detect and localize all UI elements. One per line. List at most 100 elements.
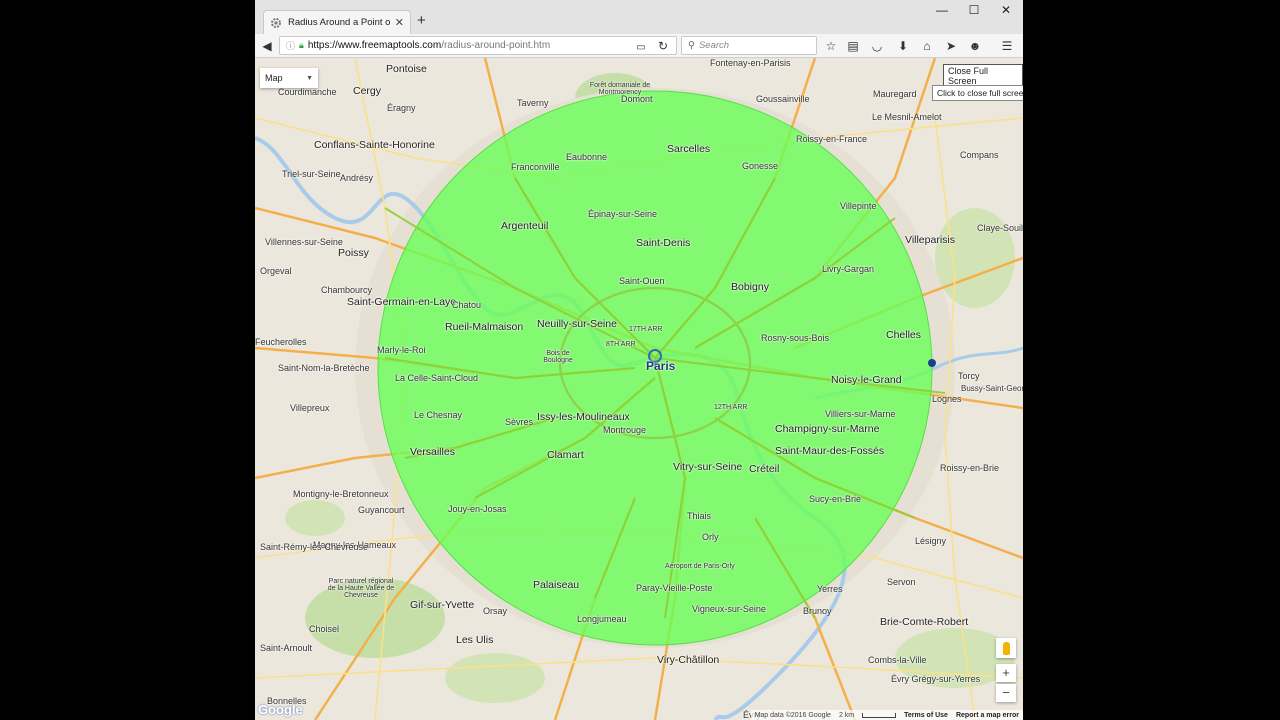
pocket-icon[interactable]: ◡ <box>869 38 885 54</box>
zoom-out-button[interactable]: − <box>996 684 1016 702</box>
place-label: Lognes <box>932 394 962 404</box>
place-label: Livry-Gargan <box>822 264 875 274</box>
place-label: Pontoise <box>386 63 427 75</box>
place-label: Rueil-Malmaison <box>445 321 524 333</box>
home-icon[interactable]: ⌂ <box>919 38 935 54</box>
place-label: Cergy <box>353 85 382 97</box>
reader-icon[interactable]: ▭ <box>633 39 649 55</box>
place-label: Éragny <box>387 103 416 113</box>
place-label: Thiais <box>687 511 712 521</box>
place-label: Vigneux-sur-Seine <box>692 604 766 614</box>
google-logo[interactable]: Google <box>258 702 303 717</box>
navigation-bar: ◀ ⓘ 🔒︎ https://www.freemaptools.com/radi… <box>255 34 1023 58</box>
maximize-icon[interactable]: ☐ <box>959 3 989 17</box>
place-label: Gonesse <box>742 161 779 171</box>
place-label: Évry Grégy-sur-Yerres <box>891 674 981 684</box>
place-label: Paray-Vieille-Poste <box>636 583 713 593</box>
scale-label[interactable]: 2 km <box>839 712 854 719</box>
place-label: Orgeval <box>260 266 292 276</box>
place-label: Le Mesnil-Amelot <box>872 112 942 122</box>
map-type-select[interactable]: Map ▼ <box>260 68 318 88</box>
place-label: Villepinte <box>840 201 877 211</box>
close-icon[interactable]: ✕ <box>991 3 1021 17</box>
map-canvas[interactable]: Pontoise Cergy Courdimanche Éragny Taver… <box>255 58 1023 720</box>
close-tab-icon[interactable]: ✕ <box>395 16 404 29</box>
place-label: Conflans-Sainte-Honorine <box>314 139 435 151</box>
url-path: /radius-around-point.htm <box>441 40 551 51</box>
place-label: Versailles <box>410 446 455 458</box>
place-label: Choisel <box>309 624 340 634</box>
place-label: Aéroport de Paris-Orly <box>665 563 735 570</box>
new-tab-button[interactable]: + <box>417 12 426 29</box>
url-bar[interactable]: ⓘ 🔒︎ https://www.freemaptools.com/radius… <box>279 36 677 55</box>
gear-favicon-icon <box>271 17 281 28</box>
place-label: Noisy-le-Grand <box>831 374 902 386</box>
place-label: Longjumeau <box>577 614 627 624</box>
place-label: Guyancourt <box>358 505 405 515</box>
place-label: Compans <box>960 150 999 160</box>
place-label: 12TH ARR <box>714 404 748 411</box>
send-icon[interactable]: ➤ <box>943 38 959 54</box>
search-placeholder: Search <box>698 40 730 51</box>
search-icon: ⚲ <box>688 40 695 51</box>
place-label: Sèvres <box>505 417 534 427</box>
map-type-label: Map <box>265 73 283 83</box>
minimize-icon[interactable]: — <box>927 3 957 17</box>
place-label: Clamart <box>547 449 584 461</box>
center-label: Paris <box>646 359 676 373</box>
place-label: Orly <box>702 532 719 542</box>
library-icon[interactable]: ▤ <box>845 38 861 54</box>
place-label: Palaiseau <box>533 579 580 591</box>
terms-link[interactable]: Terms of Use <box>904 712 948 719</box>
url-host: https://www.freemaptools.com <box>307 40 442 51</box>
map-data-attribution: Map data ©2016 Google <box>754 711 831 719</box>
street-view-pegman-icon[interactable] <box>996 638 1016 658</box>
place-label: Jouy-en-Josas <box>448 504 507 514</box>
place-label: Villiers-sur-Marne <box>825 409 896 419</box>
place-label: Torcy <box>958 371 980 381</box>
place-label: Roissy-en-Brie <box>940 463 1000 473</box>
place-label: Rosny-sous-Bois <box>761 333 830 343</box>
place-label: Saint-Maur-des-Fossés <box>775 445 885 457</box>
place-label: Issy-les-Moulineaux <box>537 411 630 423</box>
download-icon[interactable]: ⬇ <box>895 38 911 54</box>
place-label: Yerres <box>817 584 843 594</box>
search-input[interactable]: ⚲ Search <box>681 36 817 55</box>
map-footer: Map data ©2016 Google 2 km Terms of Use … <box>750 710 1023 720</box>
place-label: Neuilly-sur-Seine <box>537 318 617 330</box>
place-label: Montrouge <box>603 425 647 435</box>
report-error-link[interactable]: Report a map error <box>956 712 1019 719</box>
tab-title: Radius Around a Point on ... <box>288 17 391 28</box>
place-label: Villeparisis <box>905 234 955 246</box>
place-label: Triel-sur-Seine <box>282 169 341 179</box>
menu-icon[interactable]: ☰ <box>999 38 1015 54</box>
circle-edge-handle-icon[interactable] <box>928 359 936 367</box>
tab-strip: Radius Around a Point on ... ✕ + — ☐ ✕ <box>255 0 1023 34</box>
zoom-in-button[interactable]: + <box>996 664 1016 682</box>
place-label: Servon <box>887 577 916 587</box>
place-label: Orsay <box>483 606 508 616</box>
chat-icon[interactable]: ☻ <box>967 38 983 54</box>
place-label: Poissy <box>338 247 369 259</box>
close-fullscreen-tooltip: Click to close full screen <box>932 85 1023 101</box>
place-label: Brie-Comte-Robert <box>880 616 969 628</box>
lock-icon: 🔒︎ <box>299 40 304 50</box>
back-icon[interactable]: ◀ <box>259 38 275 54</box>
bookmark-star-icon[interactable]: ☆ <box>823 38 839 54</box>
place-label: Roissy-en-France <box>796 134 868 144</box>
place-label: Chambourcy <box>321 285 373 295</box>
place-label: Feucherolles <box>255 337 307 347</box>
chevron-down-icon: ▼ <box>306 74 313 82</box>
forest-area <box>285 500 345 536</box>
reload-icon[interactable]: ↻ <box>655 38 671 54</box>
place-label: Saint-Nom-la-Bretèche <box>278 363 370 373</box>
place-label: Franconville <box>511 162 560 172</box>
place-label: Marly-le-Roi <box>377 345 426 355</box>
place-label: Champigny-sur-Marne <box>775 423 880 435</box>
place-label: Saint-Ouen <box>619 276 665 286</box>
place-label: Sarcelles <box>667 143 711 155</box>
info-icon[interactable]: ⓘ <box>286 39 295 52</box>
place-label: Brunoy <box>803 606 832 616</box>
browser-tab[interactable]: Radius Around a Point on ... ✕ <box>263 10 411 34</box>
browser-window: Radius Around a Point on ... ✕ + — ☐ ✕ ◀… <box>255 0 1023 720</box>
